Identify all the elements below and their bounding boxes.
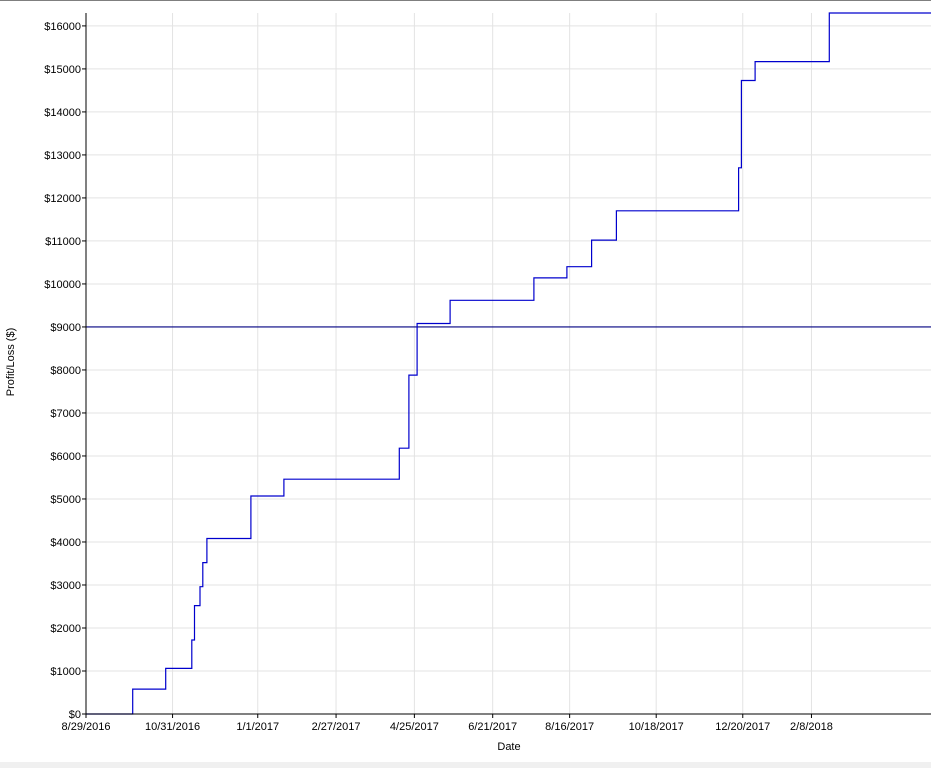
- x-tick-label: 12/20/2017: [715, 721, 770, 733]
- y-tick-label: $8000: [50, 365, 81, 377]
- y-tick-label: $14000: [44, 107, 81, 119]
- status-strip: [0, 762, 931, 768]
- series-line: [86, 12, 931, 715]
- x-axis-title: Date: [497, 741, 520, 753]
- y-tick-label: $3000: [50, 580, 81, 592]
- y-tick-label: $11000: [45, 236, 81, 248]
- x-tick-label: 1/1/2017: [236, 721, 279, 733]
- y-tick-label: $2000: [50, 623, 81, 635]
- y-tick-label: $6000: [50, 451, 81, 463]
- y-tick-label: $4000: [50, 537, 81, 549]
- x-tick-label: 8/16/2017: [545, 721, 594, 733]
- y-tick-label: $10000: [44, 279, 81, 291]
- y-tick-label: $16000: [44, 21, 81, 33]
- x-tick-label: 2/27/2017: [312, 721, 361, 733]
- y-axis-title: Profit/Loss ($): [5, 328, 17, 396]
- series-layer: [86, 12, 931, 715]
- y-tick-label: $12000: [44, 193, 81, 205]
- y-tick-label: $0: [69, 709, 81, 721]
- y-tick-label: $15000: [44, 64, 81, 76]
- grid-layer: [86, 13, 931, 714]
- tick-layer: $0 $1000 $2000 $3000 $4000 $5000 $6000 $7000 $80…: [44, 21, 833, 733]
- axis-layer: [85, 13, 931, 715]
- x-tick-label: 2/8/2018: [790, 721, 833, 733]
- profit-loss-chart: $0 $1000 $2000 $3000 $4000 $5000 $6000 $7000 $80…: [5, 12, 931, 753]
- x-tick-label: 8/29/2016: [62, 721, 111, 733]
- y-tick-label: $5000: [50, 494, 81, 506]
- y-tick-label: $13000: [44, 150, 81, 162]
- x-tick-label: 10/31/2016: [145, 721, 200, 733]
- y-tick-label: $1000: [50, 666, 81, 678]
- x-tick-label: 10/18/2017: [629, 721, 684, 733]
- x-tick-label: 6/21/2017: [468, 721, 517, 733]
- y-tick-label: $9000: [50, 322, 81, 334]
- y-tick-label: $7000: [50, 408, 81, 420]
- x-tick-label: 4/25/2017: [390, 721, 439, 733]
